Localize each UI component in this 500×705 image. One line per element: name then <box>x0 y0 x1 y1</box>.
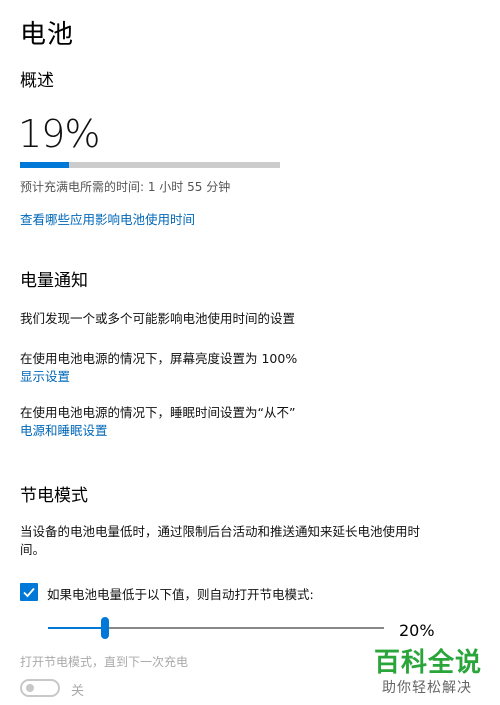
power-sleep-settings-link[interactable]: 电源和睡眠设置 <box>20 420 108 439</box>
notifications-heading: 电量通知 <box>20 271 88 291</box>
page-title: 电池 <box>20 20 75 50</box>
saver-toggle-description: 打开节电模式，直到下一次充电 <box>20 655 189 669</box>
time-to-full-text: 预计充满电所需的时间: 1 小时 55 分钟 <box>20 180 231 194</box>
battery-saver-description-line1: 当设备的电池电量低时，通过限制后台活动和推送通知来延长电池使用时 <box>20 524 421 539</box>
saver-threshold-value: 20% <box>399 621 435 640</box>
slider-thumb[interactable] <box>101 617 110 639</box>
auto-saver-checkbox-label[interactable]: 如果电池电量低于以下值，则自动打开节电模式: <box>47 584 314 603</box>
battery-saver-heading: 节电模式 <box>20 486 88 506</box>
battery-saver-description-line2: 间。 <box>20 542 46 557</box>
checkmark-icon <box>23 587 35 598</box>
slider-fill <box>48 627 106 629</box>
toggle-knob <box>26 684 34 692</box>
battery-saver-toggle[interactable] <box>20 679 60 697</box>
battery-percentage: 19% <box>18 112 100 156</box>
watermark-subtitle: 助你轻松解决 <box>382 680 472 696</box>
saver-threshold-slider[interactable] <box>48 617 384 639</box>
brightness-setting-text: 在使用电池电源的情况下，屏幕亮度设置为 100% <box>20 351 298 366</box>
watermark-logo-text: 百科全说 <box>374 648 483 678</box>
auto-saver-checkbox[interactable] <box>20 583 38 601</box>
battery-level-fill <box>20 162 70 168</box>
battery-level-bar <box>20 162 280 168</box>
apps-battery-usage-link[interactable]: 查看哪些应用影响电池使用时间 <box>20 209 195 228</box>
notifications-summary: 我们发现一个或多个可能影响电池使用时间的设置 <box>20 311 296 326</box>
sleep-setting-text: 在使用电池电源的情况下，睡眠时间设置为“从不” <box>20 405 296 420</box>
display-settings-link[interactable]: 显示设置 <box>20 366 70 385</box>
toggle-state-label: 关 <box>71 684 85 699</box>
overview-heading: 概述 <box>20 71 54 91</box>
